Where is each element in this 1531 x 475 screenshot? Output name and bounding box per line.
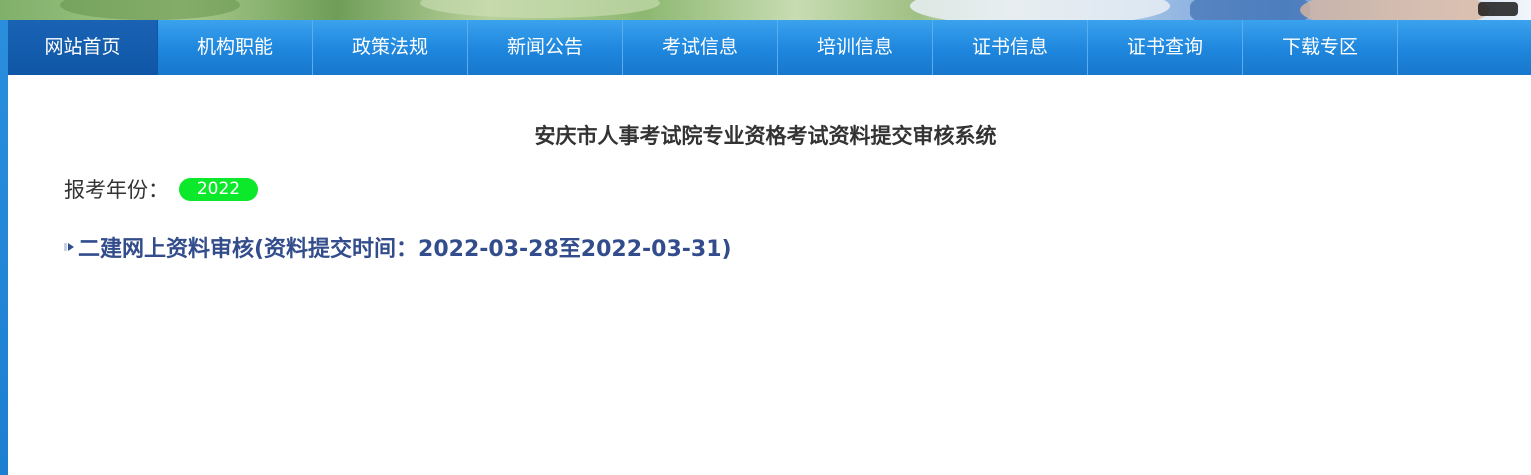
nav-item-certificate-query[interactable]: 证书查询 bbox=[1088, 20, 1243, 75]
year-selector-row: 报考年份： 2022 bbox=[64, 174, 258, 204]
banner-decoration bbox=[1300, 0, 1490, 20]
exam-review-link-text[interactable]: 二建网上资料审核(资料提交时间：2022-03-28至2022-03-31) bbox=[78, 231, 732, 263]
banner-decoration bbox=[60, 0, 240, 20]
banner-decoration bbox=[1190, 0, 1310, 20]
banner-decoration bbox=[910, 0, 1170, 20]
banner-decoration bbox=[420, 0, 660, 18]
nav-item-news[interactable]: 新闻公告 bbox=[468, 20, 623, 75]
page-title: 安庆市人事考试院专业资格考试资料提交审核系统 bbox=[534, 124, 997, 148]
nav-item-certificate-info[interactable]: 证书信息 bbox=[933, 20, 1088, 75]
banner-decoration bbox=[1478, 2, 1518, 16]
year-badge-button[interactable]: 2022 bbox=[179, 177, 258, 201]
year-label: 报考年份： bbox=[64, 178, 169, 202]
nav-item-functions[interactable]: 机构职能 bbox=[158, 20, 313, 75]
main-nav: 网站首页 机构职能 政策法规 新闻公告 考试信息 培训信息 证书信息 证书查询 … bbox=[8, 20, 1531, 75]
nav-item-training-info[interactable]: 培训信息 bbox=[778, 20, 933, 75]
nav-item-home[interactable]: 网站首页 bbox=[8, 20, 158, 75]
header-banner-image bbox=[0, 0, 1531, 20]
left-edge-strip bbox=[0, 0, 8, 475]
arrow-right-icon bbox=[64, 240, 76, 254]
nav-item-downloads[interactable]: 下载专区 bbox=[1243, 20, 1398, 75]
nav-item-exam-info[interactable]: 考试信息 bbox=[623, 20, 778, 75]
nav-item-policies[interactable]: 政策法规 bbox=[313, 20, 468, 75]
exam-review-link[interactable]: 二建网上资料审核(资料提交时间：2022-03-28至2022-03-31) bbox=[64, 232, 732, 262]
